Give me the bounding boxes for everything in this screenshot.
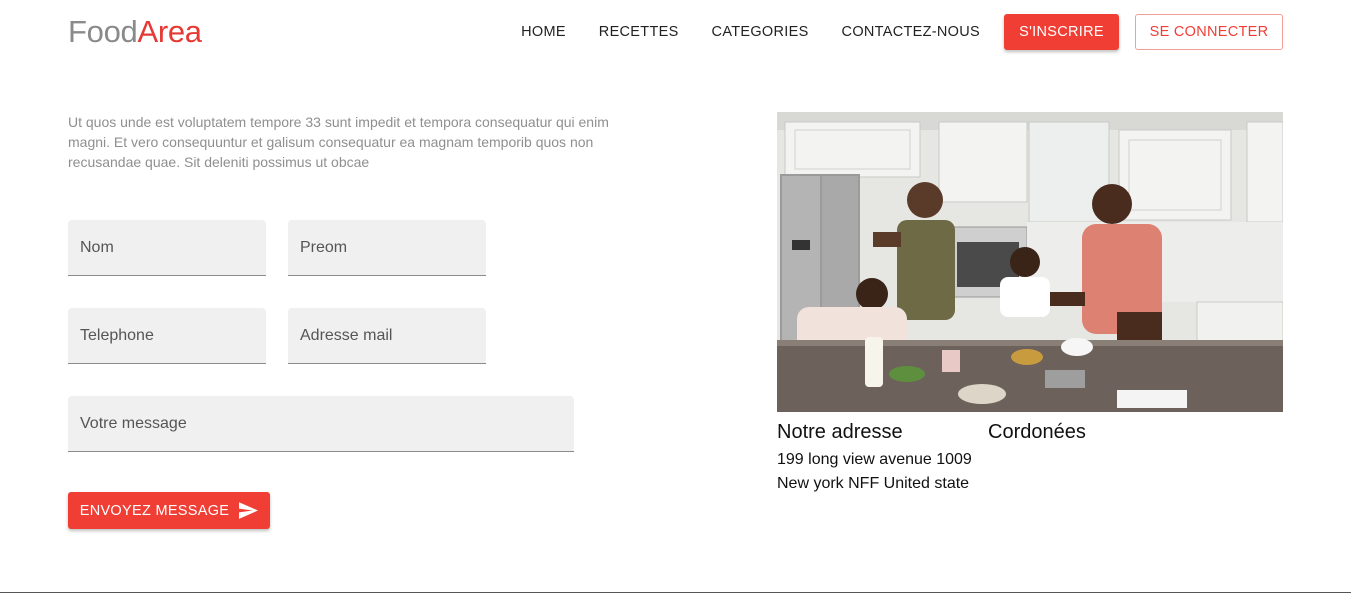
login-button[interactable]: SE CONNECTER [1135,14,1283,50]
telephone-placeholder: Telephone [80,326,154,344]
nav-recettes[interactable]: RECETTES [599,24,679,40]
message-placeholder: Votre message [80,414,187,432]
address-line-2: New york NFF United state [777,475,970,492]
preom-placeholder: Preom [300,238,348,256]
send-message-button[interactable]: ENVOYEZ MESSAGE [68,492,270,529]
nav-categories[interactable]: CATEGORIES [712,24,809,40]
nom-placeholder: Nom [80,238,114,256]
family-kitchen-photo [777,112,1283,412]
nav-contactez-nous[interactable]: CONTACTEZ-NOUS [842,24,980,40]
nom-field[interactable]: Nom [68,220,266,276]
message-field[interactable]: Votre message [68,396,574,452]
intro-text: Ut quos unde est voluptatem tempore 33 s… [68,114,609,170]
coordinates-title: Cordonées [988,421,1086,443]
contact-page: FoodArea HOME RECETTES CATEGORIES CONTAC… [0,0,1351,594]
logo[interactable]: FoodArea [68,12,202,52]
email-field[interactable]: Adresse mail [288,308,486,364]
kitchen-illustration [777,112,1283,412]
send-message-label: ENVOYEZ MESSAGE [79,502,230,519]
logo-area-text: Area [137,14,202,49]
bottom-divider [0,592,1351,593]
address-title: Notre adresse [777,421,903,443]
address-line-1: 199 long view avenue 1009 [777,451,972,468]
signup-button[interactable]: S'INSCRIRE [1004,14,1119,50]
telephone-field[interactable]: Telephone [68,308,266,364]
preom-field[interactable]: Preom [288,220,486,276]
send-icon [239,502,259,519]
email-placeholder: Adresse mail [300,326,393,344]
nav-home[interactable]: HOME [521,24,566,40]
main-nav: HOME RECETTES CATEGORIES CONTACTEZ-NOUS … [521,14,1283,50]
logo-food-text: Food [68,14,138,49]
